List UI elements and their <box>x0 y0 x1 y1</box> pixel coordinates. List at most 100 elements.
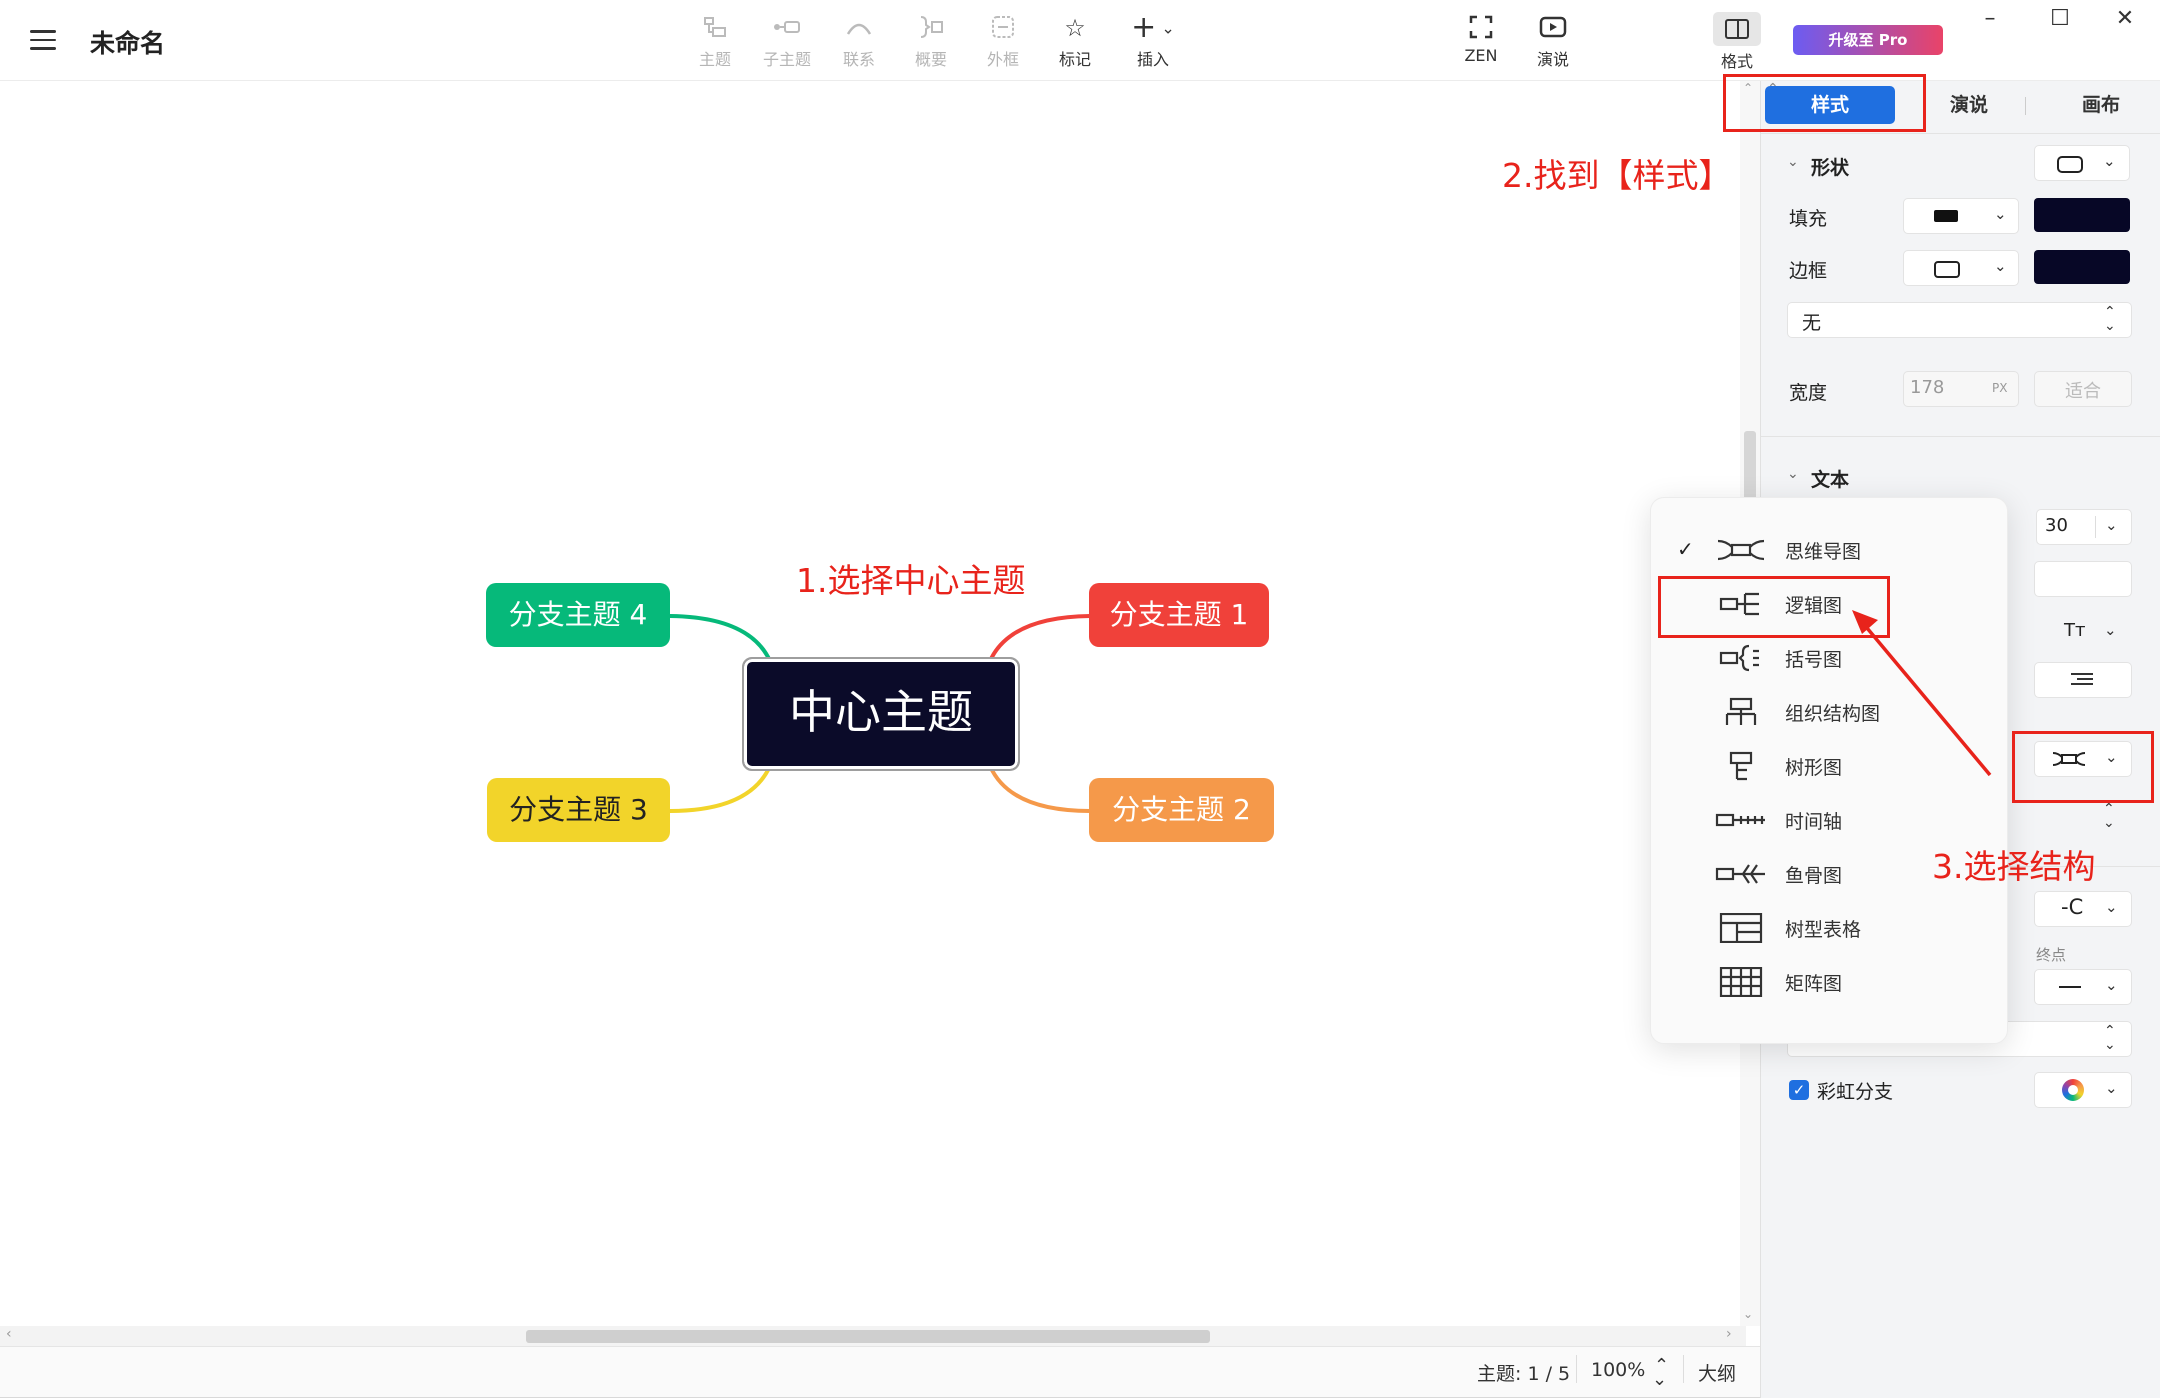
chevron-down-icon[interactable]: ⌄ <box>1787 466 1799 482</box>
subtopic-button[interactable]: 子主题 <box>747 14 827 70</box>
upgrade-pro-button[interactable]: 升级至 Pro <box>1793 25 1943 55</box>
tab-present[interactable]: 演说 <box>1919 86 2019 124</box>
branch-start-select[interactable]: -C ⌄ <box>2034 891 2132 927</box>
fill-label: 填充 <box>1789 208 1828 230</box>
chevron-down-icon: ⌄ <box>1994 205 2007 223</box>
branch-topic-3[interactable]: 分支主题 3 <box>487 778 670 842</box>
boundary-button[interactable]: 外框 <box>963 14 1043 70</box>
text-color-swatch[interactable] <box>2034 561 2132 597</box>
menu-item-tree-table[interactable]: 树型表格 <box>1651 901 2007 955</box>
present-button[interactable]: 演说 <box>1513 14 1593 70</box>
document-title[interactable]: 未命名 <box>90 24 165 60</box>
menu-item-timeline[interactable]: 时间轴 <box>1651 793 2007 847</box>
tab-divider <box>2025 97 2026 115</box>
top-toolbar: 未命名 主题 子主题 联系 概要 外框 ☆ 标记 + ⌄ 插入 ZEN 演说 格… <box>0 0 2160 81</box>
align-right-button[interactable] <box>2034 662 2132 698</box>
align-right-icon <box>2071 673 2093 687</box>
minimize-icon[interactable]: – <box>1970 6 2010 31</box>
text-case-select[interactable]: Tт ⌄ <box>2034 615 2130 649</box>
zen-label: ZEN <box>1464 46 1498 65</box>
check-icon: ✓ <box>1677 537 1694 561</box>
format-panel-toggle[interactable] <box>1713 12 1761 46</box>
mindmap-canvas[interactable]: 中心主题 分支主题 1 分支主题 2 分支主题 3 分支主题 4 1.选择中心主… <box>0 81 1760 1326</box>
timeline-icon <box>1715 813 1765 827</box>
end-label: 终点 <box>2036 946 2067 964</box>
width-value: 178 <box>1910 377 1945 398</box>
maximize-icon[interactable]: ☐ <box>2040 6 2080 31</box>
branch-end-select[interactable]: ⌄ <box>2034 969 2132 1005</box>
boundary-icon <box>963 14 1043 42</box>
menu-item-label: 树形图 <box>1785 757 1843 779</box>
insert-button[interactable]: + ⌄ 插入 <box>1113 10 1193 70</box>
font-size-select[interactable]: 30 ⌄ <box>2036 509 2132 545</box>
branch-topic-2[interactable]: 分支主题 2 <box>1089 778 1274 842</box>
solid-fill-icon <box>1934 210 1958 222</box>
summary-button[interactable]: 概要 <box>891 14 971 70</box>
border-shape-icon <box>1934 261 1960 278</box>
rainbow-branch-checkbox[interactable]: ✓ <box>1789 1080 1809 1100</box>
scroll-down-icon[interactable]: ⌄ <box>1743 1307 1753 1321</box>
border-color-swatch[interactable] <box>2034 250 2130 284</box>
topic-label: 主题 <box>698 50 731 69</box>
annotation-arrow <box>1852 610 1992 777</box>
annotation-step-1: 1.选择中心主题 <box>796 561 1026 600</box>
relationship-label: 联系 <box>842 50 875 69</box>
fill-style-select[interactable]: ⌄ <box>1903 198 2019 234</box>
zoom-level[interactable]: 100% <box>1591 1359 1645 1381</box>
width-input[interactable]: 178 PX <box>1903 371 2019 407</box>
fill-color-swatch[interactable] <box>2034 198 2130 232</box>
chevron-down-icon: ⌄ <box>2105 516 2118 534</box>
border-width-select[interactable]: 无 ⌃ ⌄ <box>1787 302 2132 338</box>
star-icon: ☆ <box>1064 14 1086 42</box>
rainbow-palette-icon <box>2062 1079 2084 1101</box>
fullscreen-icon <box>1441 14 1521 42</box>
branch-start-icon: -C <box>2061 895 2084 919</box>
branch-topic-1[interactable]: 分支主题 1 <box>1089 583 1269 647</box>
status-divider <box>1576 1355 1577 1383</box>
chevron-down-icon: ⌄ <box>2105 1079 2118 1097</box>
outline-button[interactable]: 大纲 <box>1698 1359 1736 1386</box>
menu-item-mind-map[interactable]: ✓ 思维导图 <box>1651 523 2007 577</box>
zen-button[interactable]: ZEN <box>1441 14 1521 65</box>
shape-section-title: 形状 <box>1811 157 1850 179</box>
panel-icon <box>1725 19 1749 39</box>
rainbow-color-select[interactable]: ⌄ <box>2034 1072 2132 1108</box>
text-case-label: Tт <box>2064 620 2086 641</box>
menu-item-matrix[interactable]: 矩阵图 <box>1651 955 2007 1009</box>
chevron-down-icon[interactable]: ⌄ <box>1787 154 1799 170</box>
subtopic-icon <box>747 14 827 42</box>
horizontal-scrollbar[interactable]: ‹ › <box>0 1326 1746 1346</box>
scroll-left-icon[interactable]: ‹ <box>6 1326 12 1342</box>
topic-count: 主题: 1 / 5 <box>1477 1363 1571 1385</box>
zoom-stepper-down-icon[interactable]: ⌄ <box>1652 1369 1667 1390</box>
plus-icon: + ⌄ <box>1131 10 1175 45</box>
menu-item-label: 括号图 <box>1785 649 1843 671</box>
org-chart-icon <box>1725 697 1757 725</box>
chevron-down-icon: ⌄ <box>2103 152 2116 170</box>
boundary-label: 外框 <box>986 50 1019 69</box>
shape-select[interactable]: ⌄ <box>2034 145 2130 181</box>
tab-canvas[interactable]: 画布 <box>2051 86 2151 124</box>
relationship-icon <box>819 14 899 42</box>
menu-item-label: 矩阵图 <box>1785 973 1843 995</box>
topic-button[interactable]: 主题 <box>675 14 755 70</box>
close-icon[interactable]: ✕ <box>2105 6 2145 31</box>
menu-item-label: 思维导图 <box>1785 541 1862 563</box>
central-topic[interactable]: 中心主题 <box>742 657 1020 771</box>
fit-width-button[interactable]: 适合 <box>2034 371 2132 407</box>
menu-item-label: 时间轴 <box>1785 811 1843 833</box>
fishbone-icon <box>1715 864 1765 884</box>
scroll-right-icon[interactable]: › <box>1726 1326 1732 1342</box>
branch-topic-4[interactable]: 分支主题 4 <box>486 583 670 647</box>
annotation-step-3: 3.选择结构 <box>1932 847 2096 886</box>
border-style-select[interactable]: ⌄ <box>1903 250 2019 286</box>
mind-map-icon <box>1717 539 1765 561</box>
menu-icon[interactable] <box>30 30 56 50</box>
insert-label: 插入 <box>1136 50 1169 69</box>
rounded-rect-shape-icon <box>2057 156 2083 173</box>
stepper-icon: ⌃ ⌄ <box>2104 1023 2116 1053</box>
relationship-button[interactable]: 联系 <box>819 14 899 70</box>
horizontal-scroll-thumb[interactable] <box>526 1330 1210 1343</box>
summary-label: 概要 <box>914 50 947 69</box>
marker-button[interactable]: ☆ 标记 <box>1035 14 1115 70</box>
